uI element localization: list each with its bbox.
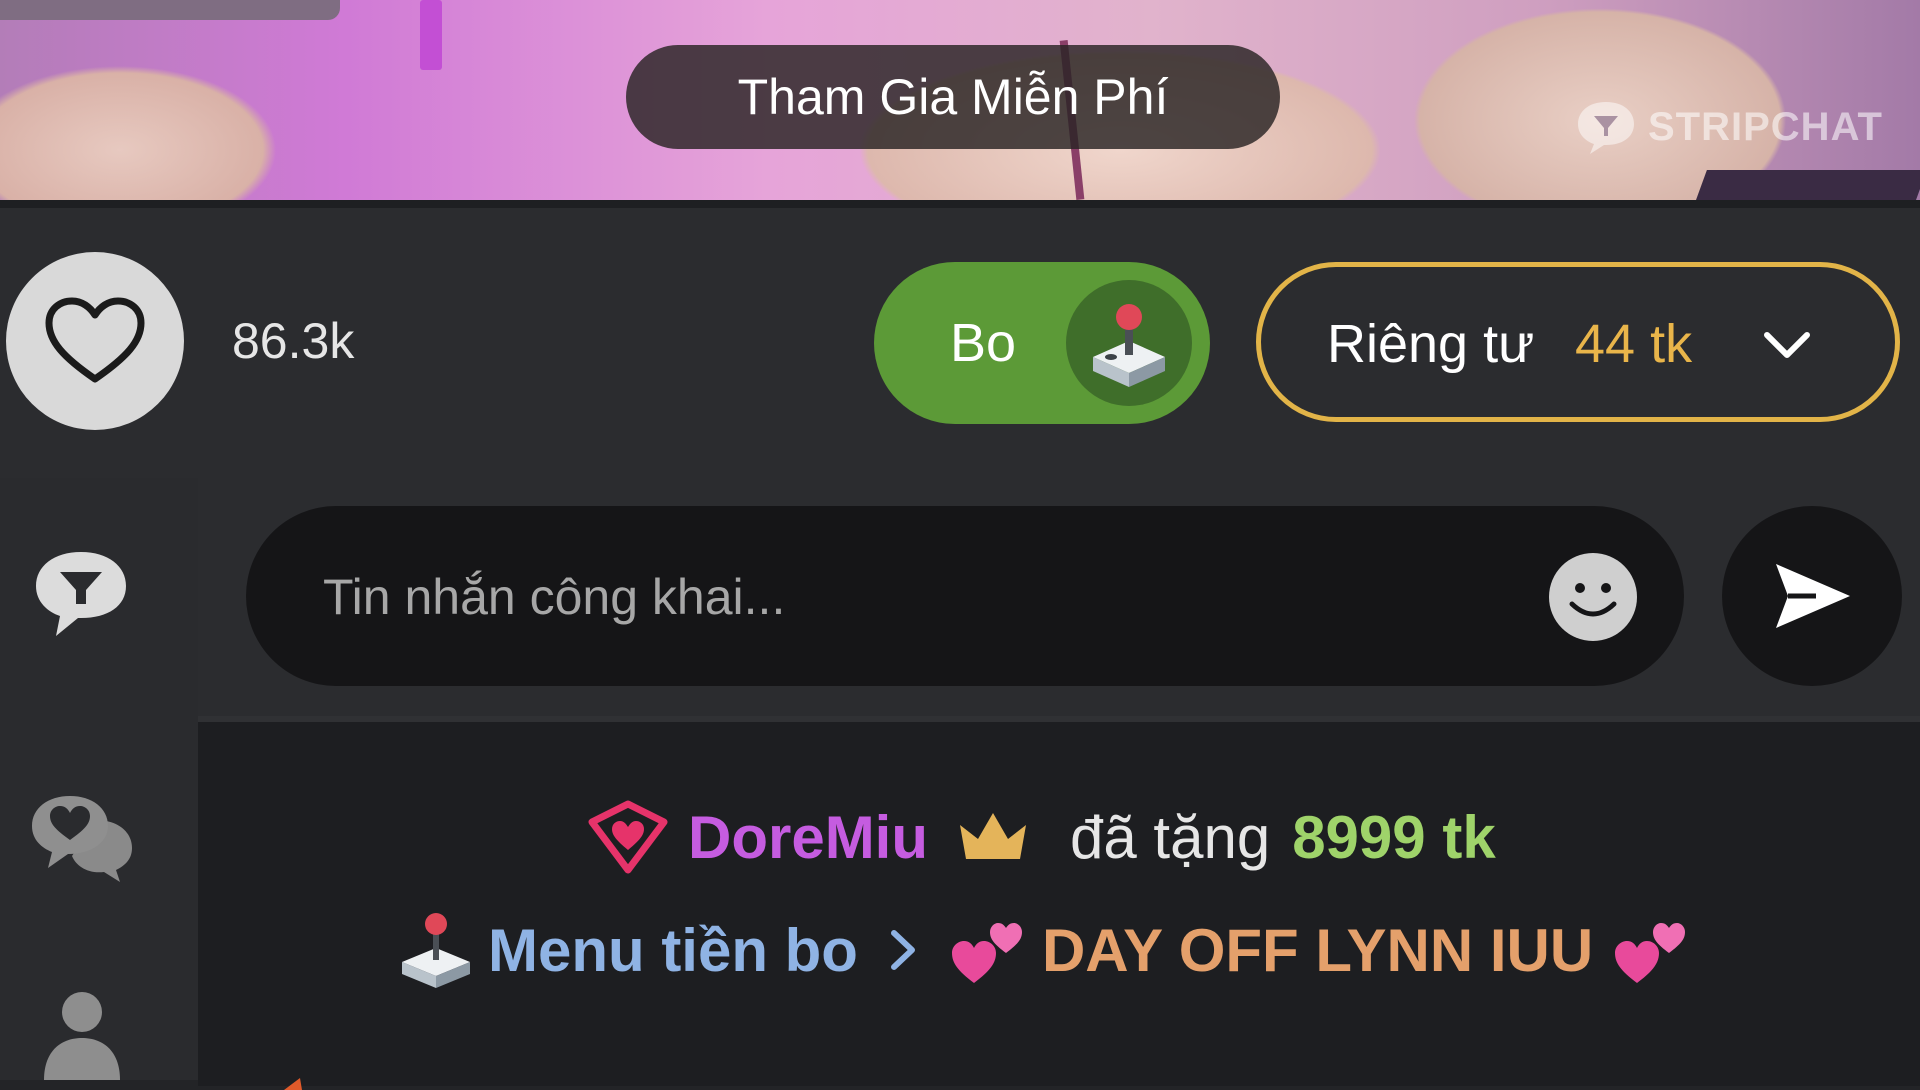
two-hearts-icon — [1615, 923, 1686, 983]
watermark-text: STRIPCHAT — [1648, 104, 1883, 149]
users-tab[interactable] — [26, 980, 136, 1080]
tip-menu-link[interactable]: Menu tiền bo — [488, 916, 858, 985]
gift-amount: 8999 tk — [1292, 803, 1496, 871]
like-count: 86.3k — [232, 313, 355, 369]
public-message-input[interactable] — [321, 506, 1505, 688]
user-icon — [44, 992, 120, 1080]
video-background-shape — [420, 0, 442, 70]
gem-icon — [588, 800, 668, 874]
tip-button-label: Bo — [950, 313, 1017, 373]
join-free-button[interactable]: Tham Gia Miễn Phí — [626, 45, 1280, 149]
send-icon — [1776, 564, 1850, 628]
crown-icon — [960, 813, 1026, 859]
chat-bubble-icon — [36, 552, 126, 636]
chat-messages: DoreMiu đã tặng 8999 tk Menu tiền bo DAY… — [198, 716, 1920, 1090]
joystick-icon — [1066, 280, 1192, 406]
gift-message: DoreMiu đã tặng 8999 tk — [588, 800, 1496, 874]
private-show-button[interactable]: Riêng tư 44 tk — [1256, 262, 1900, 422]
gift-text: đã tặng — [1070, 803, 1271, 871]
stripchat-logo-icon — [1578, 102, 1634, 154]
private-show-price: 44 tk — [1575, 314, 1693, 374]
like-button[interactable] — [6, 252, 184, 430]
gift-username[interactable]: DoreMiu — [688, 803, 928, 872]
chevron-down-icon — [1764, 332, 1810, 358]
public-message-box — [246, 506, 1684, 688]
video-background-shape — [0, 0, 340, 20]
partial-next-message-icon — [284, 1078, 302, 1090]
private-show-label: Riêng tư — [1327, 314, 1535, 374]
smiley-icon[interactable] — [1548, 552, 1638, 642]
video-player[interactable]: Tham Gia Miễn Phí STRIPCHAT — [0, 0, 1920, 208]
video-bottom-edge — [0, 200, 1920, 208]
send-button[interactable] — [1722, 506, 1902, 686]
tip-button[interactable]: Bo — [874, 262, 1210, 424]
private-chat-tab[interactable] — [26, 786, 136, 886]
stripchat-watermark: STRIPCHAT — [1574, 98, 1883, 156]
chevron-right-icon — [890, 930, 915, 970]
heart-outline-icon — [45, 297, 145, 383]
chat-bubbles-icon — [32, 796, 132, 882]
chat-sidebar — [0, 478, 198, 1080]
tip-menu-title: DAY OFF LYNN IUU — [1041, 916, 1594, 984]
joystick-icon — [402, 913, 470, 988]
public-chat-tab[interactable] — [26, 544, 136, 644]
tip-menu-message: Menu tiền bo DAY OFF LYNN IUU — [398, 908, 1689, 992]
two-hearts-icon — [951, 923, 1022, 983]
